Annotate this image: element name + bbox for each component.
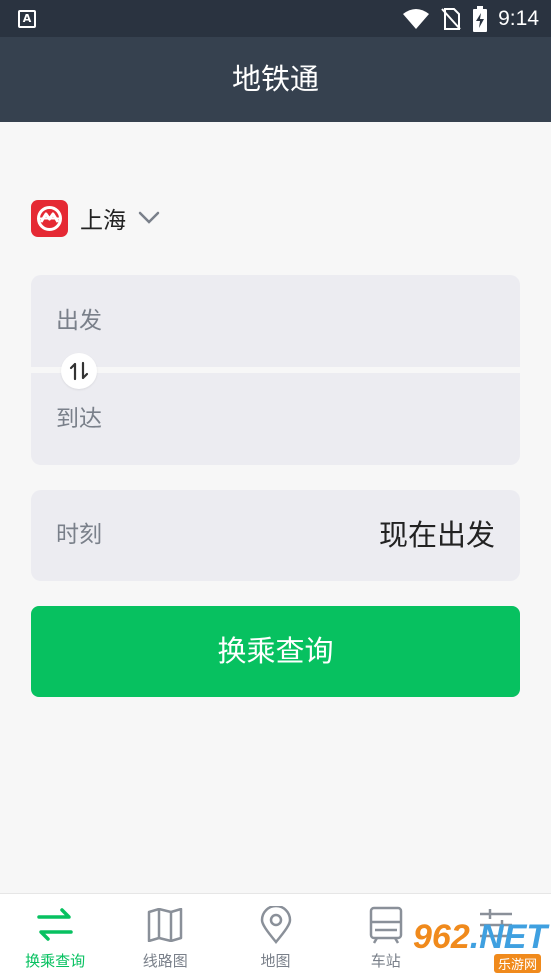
station-icon [369,906,403,944]
watermark-logo: 962.NET 乐游网 [413,918,547,974]
tab-station-label: 车站 [370,952,401,970]
chevron-down-icon [138,211,160,224]
time-label: 时刻 [56,522,102,548]
location-pin-icon [260,906,292,944]
transfer-icon [36,906,74,944]
map-fold-icon [147,906,183,944]
route-card: 出发 到达 [31,275,520,465]
wifi-icon [403,9,430,29]
swap-vertical-icon [69,361,89,381]
watermark-text: 962.NET [413,918,548,956]
transfer-search-button[interactable]: 换乘查询 [31,606,520,697]
city-name: 上海 [80,208,126,234]
city-selector[interactable]: 上海 [31,198,160,238]
swap-button[interactable] [61,353,97,389]
status-bar: A 9:14 [0,0,551,37]
status-icons: 9:14 [402,5,539,33]
no-sim-icon [441,8,461,30]
app-notification-icon: A [18,10,36,28]
departure-field[interactable]: 出发 [31,275,520,367]
tab-line-map[interactable]: 线路图 [110,894,220,979]
watermark-subtext: 乐游网 [493,954,541,973]
tab-transfer-label: 换乘查询 [25,952,86,970]
page-title: 地铁通 [231,62,319,96]
arrival-field[interactable]: 到达 [31,373,520,465]
time-value: 现在出发 [378,518,495,552]
shanghai-metro-logo-icon [31,199,68,237]
tab-line-map-label: 线路图 [142,952,188,970]
time-selector[interactable]: 时刻 现在出发 [31,490,520,581]
app-bar: 地铁通 [0,37,551,122]
tab-map-label: 地图 [260,952,291,970]
tab-transfer[interactable]: 换乘查询 [0,894,110,979]
battery-charging-icon [473,6,488,32]
tab-map[interactable]: 地图 [220,894,330,979]
status-clock: 9:14 [498,7,539,30]
